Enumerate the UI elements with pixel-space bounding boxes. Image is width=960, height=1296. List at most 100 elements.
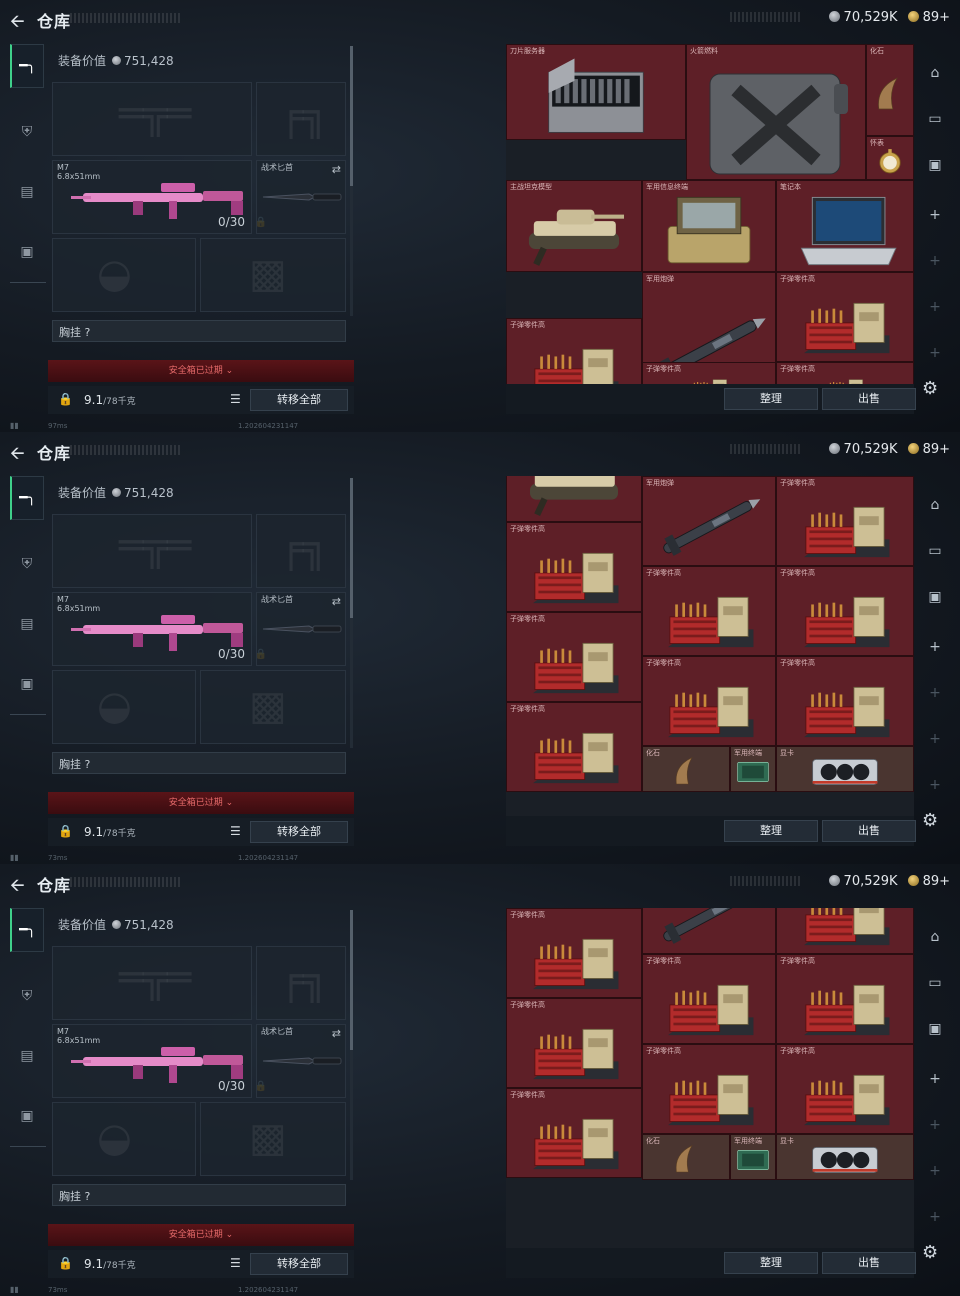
stash-item-ammo[interactable]: 子弹零件高 <box>776 1044 914 1134</box>
nav-consumables[interactable]: ▤ <box>10 1034 44 1078</box>
list-icon[interactable]: ☰ <box>230 392 241 406</box>
helmet-slot-empty[interactable]: ◒ <box>52 238 196 312</box>
silver-currency[interactable]: 70,529K <box>828 442 898 457</box>
stash-item-ammo[interactable]: 子弹零件高 <box>642 362 776 384</box>
silver-currency[interactable]: 70,529K <box>828 10 898 25</box>
stash-item-ammo[interactable]: 子弹零件高 <box>506 522 642 612</box>
nav-briefcase[interactable]: ▣ <box>10 230 44 274</box>
sort-button[interactable]: 整理 <box>724 820 818 842</box>
stash-item-gpu[interactable]: 显卡 <box>776 1134 914 1180</box>
nav-armor[interactable]: ⛨ <box>10 974 44 1018</box>
stash-item-watch[interactable]: 怀表 <box>866 136 914 180</box>
scrollbar-thumb[interactable] <box>350 910 353 1050</box>
melee-slot[interactable]: 战术匕首 ⇄ <box>256 1024 346 1098</box>
gold-currency[interactable]: 89+ <box>907 10 950 25</box>
stash-item-gpu[interactable]: 显卡 <box>776 746 914 792</box>
stash-item-server[interactable]: 刀片服务器 <box>506 44 686 140</box>
scrollbar-thumb[interactable] <box>350 46 353 186</box>
add-icon[interactable]: + <box>922 634 948 660</box>
stash-item-laptop[interactable]: 笔记本 <box>776 180 914 272</box>
sort-button[interactable]: 整理 <box>724 1252 818 1274</box>
stash-item-chip[interactable]: 军用终端 <box>730 1134 776 1180</box>
primary-weapon-slot-empty[interactable]: ═╦═ <box>52 514 252 588</box>
back-icon[interactable]: 🡨 <box>10 9 25 39</box>
armor-slot-empty[interactable]: ▩ <box>200 670 346 744</box>
nav-weapons[interactable]: ━╮ <box>10 908 44 952</box>
add-icon[interactable]: + <box>922 1066 948 1092</box>
stash-item-jerrycan[interactable]: 火箭燃料 <box>686 44 866 180</box>
stash-item-ammo[interactable]: 子弹零件高 <box>506 908 642 998</box>
nav-briefcase[interactable]: ▣ <box>10 1094 44 1138</box>
safe-box-expired-bar[interactable]: 安全箱已过期 ⌄ <box>48 1224 354 1246</box>
helmet-slot-empty[interactable]: ◒ <box>52 1102 196 1176</box>
armor-slot-empty[interactable]: ▩ <box>200 238 346 312</box>
chest-rig-slot[interactable]: 胸挂 ? <box>52 1184 346 1206</box>
stash-item-ammo[interactable]: 子弹零件高 <box>776 476 914 566</box>
stash-item-terminal[interactable]: 军用信息终端 <box>642 180 776 272</box>
chest-rig-help[interactable]: ? <box>85 758 91 771</box>
armor-slot-empty[interactable]: ▩ <box>200 1102 346 1176</box>
back-icon[interactable]: 🡨 <box>10 873 25 903</box>
primary-weapon-slot-empty[interactable]: ═╦═ <box>52 82 252 156</box>
gear-icon[interactable]: ⚙ <box>922 1242 938 1263</box>
stash-item-claw[interactable]: 化石 <box>866 44 914 136</box>
padlock-icon[interactable]: 🔒 <box>58 1256 73 1270</box>
padlock-icon[interactable]: 🔒 <box>58 392 73 406</box>
nav-consumables[interactable]: ▤ <box>10 170 44 214</box>
stash-item-missile[interactable] <box>642 908 776 954</box>
transfer-all-button[interactable]: 转移全部 <box>250 1253 348 1275</box>
stash-item-ammo[interactable]: 子弹零件高 <box>506 1088 642 1178</box>
stash-item-ammo[interactable]: 子弹零件高 <box>776 566 914 656</box>
scrollbar-thumb[interactable] <box>350 478 353 618</box>
gold-currency[interactable]: 89+ <box>907 874 950 889</box>
nav-consumables[interactable]: ▤ <box>10 602 44 646</box>
camera-icon[interactable]: ▣ <box>922 1016 948 1042</box>
warehouse-icon[interactable]: ⌂ <box>922 60 948 86</box>
transfer-all-button[interactable]: 转移全部 <box>250 389 348 411</box>
primary-weapon-slot[interactable]: M76.8x51mm 0/30 🔒 <box>52 1024 267 1098</box>
stash-item-tank[interactable]: 主战坦克模型 <box>506 180 642 272</box>
pistol-slot-empty[interactable]: ╒╗ <box>256 82 346 156</box>
padlock-icon[interactable]: 🔒 <box>58 824 73 838</box>
stash-item-ammo[interactable]: 子弹零件高 <box>506 998 642 1088</box>
nav-briefcase[interactable]: ▣ <box>10 662 44 706</box>
stash-item-tank[interactable] <box>506 476 642 522</box>
gear-icon[interactable]: ⚙ <box>922 378 938 399</box>
safe-box-expired-bar[interactable]: 安全箱已过期 ⌄ <box>48 360 354 382</box>
helmet-slot-empty[interactable]: ◒ <box>52 670 196 744</box>
stash-item-claw[interactable]: 化石 <box>642 746 730 792</box>
gear-icon[interactable]: ⚙ <box>922 810 938 831</box>
stash-item-ammo[interactable]: 子弹零件高 <box>642 566 776 656</box>
sell-button[interactable]: 出售 <box>822 1252 916 1274</box>
sell-button[interactable]: 出售 <box>822 820 916 842</box>
stash-item-ammo[interactable]: 子弹零件高 <box>776 272 914 362</box>
list-icon[interactable]: ☰ <box>230 824 241 838</box>
stash-item-ammo[interactable]: 子弹零件高 <box>642 954 776 1044</box>
camera-icon[interactable]: ▣ <box>922 584 948 610</box>
camera-icon[interactable]: ▣ <box>922 152 948 178</box>
pistol-slot-empty[interactable]: ╒╗ <box>256 514 346 588</box>
sort-button[interactable]: 整理 <box>724 388 818 410</box>
equipment-scrollbar[interactable] <box>350 478 353 748</box>
pistol-slot-empty[interactable]: ╒╗ <box>256 946 346 1020</box>
warehouse-icon[interactable]: ⌂ <box>922 924 948 950</box>
primary-weapon-slot[interactable]: M76.8x51mm 0/30 🔒 <box>52 160 267 234</box>
stash-item-ammo[interactable]: 子弹零件高 <box>642 1044 776 1134</box>
melee-slot[interactable]: 战术匕首 ⇄ <box>256 160 346 234</box>
warehouse-icon[interactable]: ⌂ <box>922 492 948 518</box>
chest-rig-help[interactable]: ? <box>85 326 91 339</box>
sell-button[interactable]: 出售 <box>822 388 916 410</box>
monitor-icon[interactable]: ▭ <box>922 106 948 132</box>
chest-rig-help[interactable]: ? <box>85 1190 91 1203</box>
stash-item-ammo[interactable]: 子弹零件高 <box>776 656 914 746</box>
chest-rig-slot[interactable]: 胸挂 ? <box>52 320 346 342</box>
stash-item-chip[interactable]: 军用终端 <box>730 746 776 792</box>
stash-item-ammo[interactable]: 子弹零件高 <box>506 702 642 792</box>
primary-weapon-slot-empty[interactable]: ═╦═ <box>52 946 252 1020</box>
nav-armor[interactable]: ⛨ <box>10 110 44 154</box>
primary-weapon-slot[interactable]: M76.8x51mm 0/30 🔒 <box>52 592 267 666</box>
silver-currency[interactable]: 70,529K <box>828 874 898 889</box>
back-icon[interactable]: 🡨 <box>10 441 25 471</box>
stash-item-ammo[interactable]: 子弹零件高 <box>642 656 776 746</box>
list-icon[interactable]: ☰ <box>230 1256 241 1270</box>
